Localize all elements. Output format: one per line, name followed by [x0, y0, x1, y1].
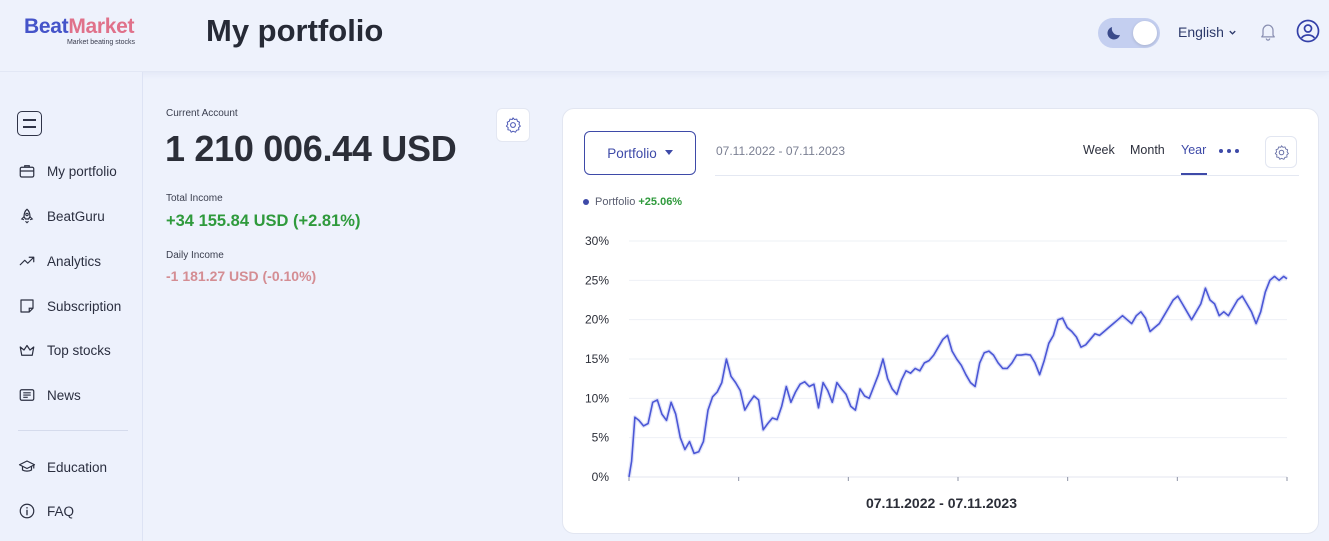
toggle-knob	[1133, 21, 1157, 45]
y-tick-label: 15%	[585, 352, 609, 366]
y-tick-label: 25%	[585, 273, 609, 287]
current-account-value: 1 210 006.44 USD	[165, 128, 457, 169]
logo-tagline: Market beating stocks	[66, 39, 136, 46]
sidebar-item-beatguru[interactable]: BeatGuru	[18, 204, 105, 228]
sidebar-item-label: Top stocks	[47, 342, 111, 358]
logo[interactable]: BeatMarket Market beating stocks	[24, 14, 166, 46]
menu-line	[23, 119, 36, 121]
sidebar-item-label: Subscription	[47, 298, 122, 314]
theme-toggle[interactable]	[1098, 18, 1160, 48]
chevron-down-icon	[1229, 30, 1236, 35]
briefcase-icon	[19, 165, 35, 178]
sidebar-item-label: Analytics	[47, 253, 102, 269]
logo-wordmark: BeatMarket	[24, 15, 135, 38]
gear-icon	[505, 117, 521, 133]
current-account-label: Current Account	[166, 108, 238, 119]
sidebar-item-subscription[interactable]: Subscription	[18, 294, 121, 318]
y-tick-label: 20%	[585, 313, 609, 327]
page-title: My portfolio	[206, 13, 384, 48]
sidebar-item-faq[interactable]: FAQ	[18, 499, 74, 523]
series-line-glow	[627, 274, 1289, 478]
sidebar-item-label: FAQ	[47, 503, 75, 519]
y-tick-label: 30%	[585, 234, 609, 248]
daily-income-label: Daily Income	[166, 250, 224, 261]
x-axis-label: 07.11.2022 - 07.11.2023	[865, 495, 1018, 511]
rocket-icon	[20, 208, 34, 224]
y-tick-label: 10%	[585, 391, 609, 405]
sidebar-item-label: News	[47, 387, 81, 403]
language-label: English	[1178, 24, 1224, 40]
sidebar-item-label: My portfolio	[47, 163, 117, 179]
total-income-value: +34 155.84 USD (+2.81%)	[166, 212, 361, 230]
sticky-note-icon	[20, 299, 34, 313]
sidebar-item-label: Education	[47, 459, 108, 475]
moon-icon	[1107, 27, 1120, 40]
total-income-label: Total Income	[166, 193, 223, 204]
series-line-portfolio	[628, 275, 1288, 478]
graduation-cap-icon	[18, 460, 36, 472]
sidebar-divider	[18, 430, 128, 431]
chart-card: Portfolio 07.11.2022 - 07.11.2023 Week M…	[562, 108, 1319, 534]
bell-icon[interactable]	[1258, 21, 1278, 41]
top-header: BeatMarket Market beating stocks My port…	[0, 0, 1329, 72]
sidebar-item-analytics[interactable]: Analytics	[18, 249, 101, 273]
sidebar-item-top-stocks[interactable]: Top stocks	[18, 338, 111, 362]
trend-up-icon	[19, 256, 35, 266]
y-tick-label: 5%	[592, 431, 610, 445]
newspaper-icon	[19, 389, 35, 401]
info-icon	[19, 503, 35, 519]
language-selector[interactable]: English	[1178, 24, 1237, 40]
sidebar-item-education[interactable]: Education	[18, 455, 107, 479]
y-tick-label: 0%	[592, 470, 610, 484]
menu-toggle-button[interactable]	[17, 111, 42, 136]
user-avatar-icon[interactable]	[1296, 19, 1320, 43]
sidebar-item-my-portfolio[interactable]: My portfolio	[18, 159, 117, 183]
account-settings-button[interactable]	[496, 108, 530, 142]
portfolio-line-chart: 0% 5% 10% 15% 20% 25% 30%	[585, 234, 1289, 484]
crown-icon	[19, 344, 35, 356]
sidebar-item-news[interactable]: News	[18, 383, 81, 407]
sidebar-item-label: BeatGuru	[47, 208, 105, 224]
daily-income-value: -1 181.27 USD (-0.10%)	[166, 268, 317, 284]
sidebar: My portfolio BeatGuru Analytics Subscrip…	[0, 72, 143, 541]
menu-line	[23, 126, 36, 128]
